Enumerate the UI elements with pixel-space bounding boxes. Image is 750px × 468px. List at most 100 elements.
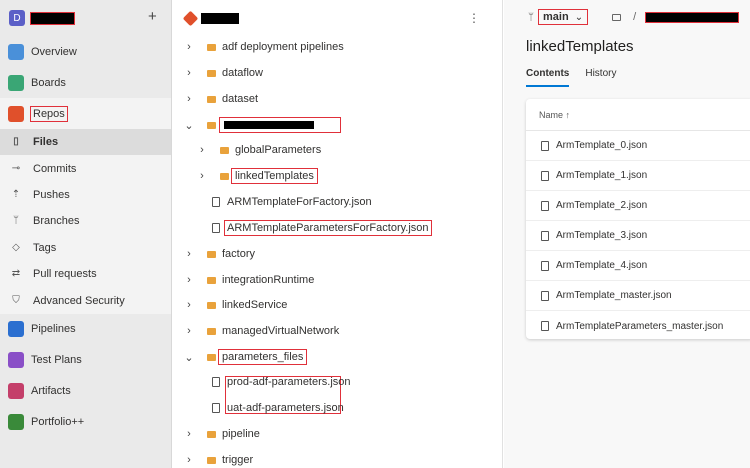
artifacts-icon xyxy=(8,383,24,400)
branches-icon: ᛘ xyxy=(13,215,19,227)
chevron-right-icon[interactable]: › xyxy=(184,41,194,53)
chevron-right-icon[interactable]: › xyxy=(197,144,207,156)
branch-selector[interactable]: main ⌄ xyxy=(538,9,589,25)
file-name: ArmTemplate_master.json xyxy=(556,290,672,301)
sub-label: Pushes xyxy=(33,188,70,201)
sub-commits[interactable]: ⊸ Commits xyxy=(0,155,171,181)
tree-label: parameters_files xyxy=(217,349,308,365)
chevron-right-icon[interactable]: › xyxy=(184,428,194,440)
nav-label: Artifacts xyxy=(31,385,71,398)
chevron-right-icon[interactable]: › xyxy=(184,325,194,337)
pull-requests-icon: ⇄ xyxy=(11,268,21,280)
repo-name-redacted[interactable] xyxy=(201,12,239,24)
tree-row[interactable]: › managedVirtualNetwork xyxy=(173,321,503,341)
chevron-right-icon[interactable]: › xyxy=(184,93,194,105)
nav-boards[interactable]: Boards xyxy=(0,67,171,98)
tree-row[interactable]: ⌄ xyxy=(173,115,503,135)
file-icon xyxy=(541,321,549,331)
file-icon xyxy=(541,140,549,151)
tree-row[interactable]: prod-adf-parameters.json xyxy=(173,372,503,392)
tree-label: uat-adf-parameters.json xyxy=(227,402,344,414)
nav-overview[interactable]: Overview xyxy=(0,36,171,67)
sub-files[interactable]: ▯ Files xyxy=(0,129,171,156)
file-row[interactable]: ArmTemplate_0.json xyxy=(526,131,750,161)
file-row[interactable]: ArmTemplate_2.json xyxy=(526,191,750,221)
sub-branches[interactable]: ᛘ Branches xyxy=(0,208,171,234)
nav-label: Repos xyxy=(30,105,68,122)
chevron-right-icon[interactable]: › xyxy=(184,248,194,260)
tree-row[interactable]: › dataset xyxy=(173,89,503,109)
folder-icon xyxy=(207,43,216,51)
tree-row[interactable]: › factory xyxy=(173,244,503,264)
content-panel: ᛘ main ⌄ / linkedTemplates Contents Hist… xyxy=(504,0,750,468)
project-avatar[interactable]: D xyxy=(9,10,25,26)
path-redacted[interactable] xyxy=(645,11,740,23)
tree-label: integrationRuntime xyxy=(222,274,315,286)
file-row[interactable]: ArmTemplateParameters_master.json xyxy=(526,311,750,341)
tree-label: trigger xyxy=(222,454,254,466)
repos-submenu: ▯ Files ⊸ Commits ⇡ Pushes ᛘ Branches ◇ Tags … xyxy=(0,129,171,314)
redacted-folder-name xyxy=(219,117,341,133)
tree-label: pipeline xyxy=(222,428,260,440)
file-name: ArmTemplateParameters_master.json xyxy=(556,320,724,332)
tab-contents[interactable]: Contents xyxy=(526,68,570,87)
tree-row[interactable]: › pipeline xyxy=(173,424,503,444)
nav-test-plans[interactable]: Test Plans xyxy=(0,345,171,376)
sub-label: Commits xyxy=(33,162,77,175)
file-icon xyxy=(541,260,549,271)
overview-icon xyxy=(8,43,24,60)
tree-row[interactable]: ARMTemplateParametersForFactory.json xyxy=(173,218,503,238)
sub-pull-requests[interactable]: ⇄ Pull requests xyxy=(0,261,171,287)
tree-row[interactable]: › adf deployment pipelines xyxy=(173,37,503,57)
branch-name: main xyxy=(543,11,569,23)
tree-row[interactable]: › linkedTemplates xyxy=(173,166,503,186)
file-row[interactable]: ArmTemplate_master.json xyxy=(526,281,750,311)
file-row[interactable]: ArmTemplate_4.json xyxy=(526,251,750,281)
sub-label: Files xyxy=(33,136,59,149)
file-icon xyxy=(212,197,220,207)
nav-portfolio[interactable]: Portfolio++ xyxy=(0,407,171,438)
nav-artifacts[interactable]: Artifacts xyxy=(0,376,171,407)
pushes-icon: ⇡ xyxy=(11,188,21,200)
nav-repos[interactable]: Repos xyxy=(0,98,171,129)
tree-row[interactable]: › globalParameters xyxy=(173,140,503,160)
sub-tags[interactable]: ◇ Tags xyxy=(0,235,171,261)
chevron-right-icon[interactable]: › xyxy=(184,454,194,466)
chevron-down-icon[interactable]: ⌄ xyxy=(184,119,194,132)
tab-history[interactable]: History xyxy=(585,68,616,87)
file-icon xyxy=(212,403,220,413)
chevron-right-icon[interactable]: › xyxy=(184,274,194,286)
add-icon[interactable]: + xyxy=(148,8,157,25)
chevron-right-icon[interactable]: › xyxy=(184,67,194,79)
tree-row[interactable]: › linkedService xyxy=(173,295,503,315)
nav-pipelines[interactable]: Pipelines xyxy=(0,314,171,345)
chevron-down-icon: ⌄ xyxy=(574,11,584,23)
tree-row[interactable]: › dataflow xyxy=(173,63,503,83)
folder-icon xyxy=(207,69,216,77)
column-header-name[interactable]: Name ↑ xyxy=(526,99,750,131)
tab-bar: Contents History xyxy=(526,68,632,87)
tree-row[interactable]: uat-adf-parameters.json xyxy=(173,398,503,418)
sub-advanced-security[interactable]: ⛉ Advanced Security xyxy=(0,287,171,313)
sub-label: Tags xyxy=(33,241,57,254)
folder-icon xyxy=(207,276,216,284)
file-row[interactable]: ArmTemplate_1.json xyxy=(526,161,750,191)
chevron-right-icon[interactable]: › xyxy=(184,299,194,311)
tree-label: ARMTemplateParametersForFactory.json xyxy=(224,220,432,236)
chevron-down-icon[interactable]: ⌄ xyxy=(184,351,194,364)
repo-selector[interactable]: ⋮ xyxy=(173,0,502,36)
more-options-icon[interactable]: ⋮ xyxy=(468,11,480,25)
tree-row[interactable]: ARMTemplateForFactory.json xyxy=(173,192,503,212)
nav-label: Pipelines xyxy=(31,323,76,336)
sub-pushes[interactable]: ⇡ Pushes xyxy=(0,182,171,208)
project-name-redacted[interactable] xyxy=(30,11,75,25)
chevron-right-icon[interactable]: › xyxy=(197,170,207,182)
file-row[interactable]: ArmTemplate_3.json xyxy=(526,221,750,251)
nav-label: Test Plans xyxy=(31,354,82,367)
folder-icon xyxy=(207,353,216,361)
file-name: ArmTemplate_2.json xyxy=(556,200,648,211)
tree-row[interactable]: › integrationRuntime xyxy=(173,270,503,290)
tree-row[interactable]: ⌄ parameters_files xyxy=(173,347,503,367)
file-name: ArmTemplate_4.json xyxy=(556,260,648,271)
tree-row[interactable]: › trigger xyxy=(173,450,503,468)
